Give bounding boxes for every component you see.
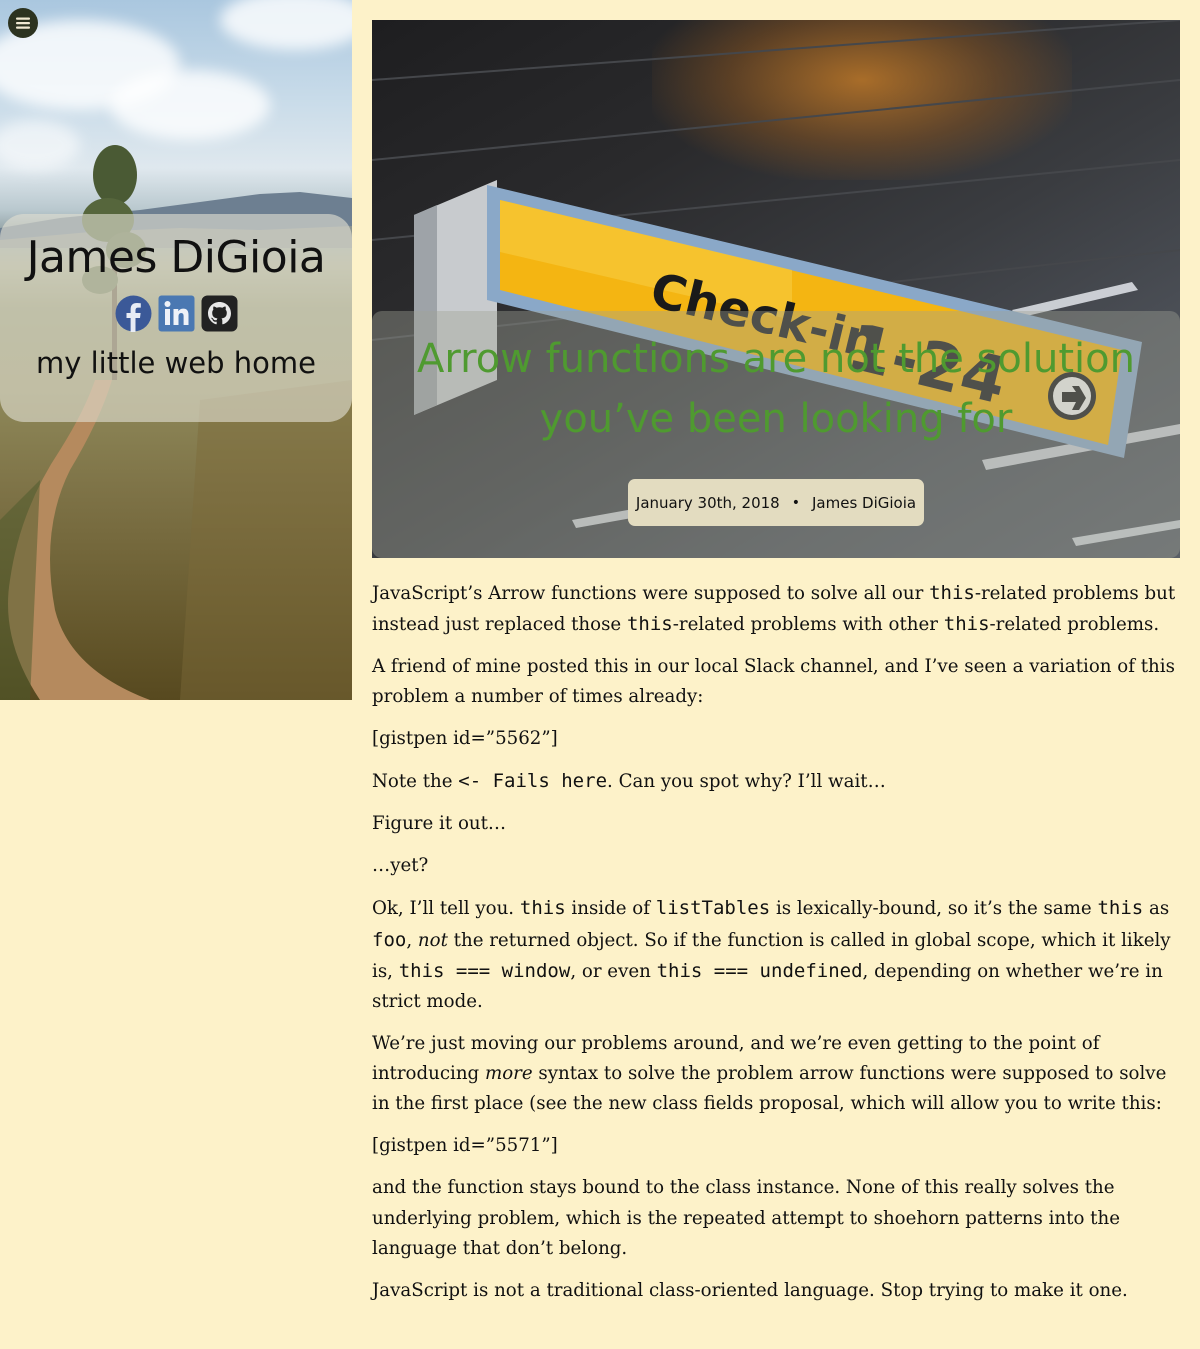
paragraph: Note the <- Fails here. Can you spot why… [372, 770, 886, 793]
site-owner-name[interactable]: James DiGioia [0, 232, 352, 283]
post-author[interactable]: James DiGioia [812, 494, 916, 512]
menu-button[interactable] [8, 8, 38, 38]
paragraph: and the function stays bound to the clas… [372, 1177, 1120, 1259]
paragraph: Figure it out… [372, 813, 507, 835]
emphasis: more [484, 1063, 533, 1085]
paragraph: We’re just moving our problems around, a… [372, 1033, 1167, 1115]
hamburger-icon [16, 17, 30, 29]
inline-code: <- Fails here [458, 770, 608, 793]
inline-code: this [626, 613, 673, 636]
cloud [220, 0, 352, 50]
inline-code: this === window [398, 959, 571, 982]
post-content: JavaScript’s Arrow functions were suppos… [372, 578, 1182, 1318]
github-link[interactable] [201, 295, 238, 332]
inline-code: this [929, 582, 975, 604]
inline-code: listTables [655, 897, 771, 920]
github-icon [201, 295, 237, 332]
social-links [0, 295, 352, 332]
inline-code: this [519, 897, 566, 920]
inline-code: this === undefined [656, 959, 863, 982]
linkedin-link[interactable] [158, 295, 195, 332]
paragraph: Ok, I’ll tell you. this inside of listTa… [372, 897, 1171, 1013]
profile-card: James DiGioia my little web home [0, 214, 352, 422]
inline-code: foo [372, 928, 407, 951]
paragraph: JavaScript is not a traditional class-or… [372, 1279, 1128, 1301]
post-title: Arrow functions are not the solution you… [417, 336, 1135, 442]
gistpen-shortcode: [gistpen id=”5571”] [372, 1135, 558, 1157]
emphasis: not [417, 929, 448, 951]
paragraph: …yet? [372, 855, 429, 877]
site-tagline: my little web home [35, 346, 316, 380]
inline-code: this [1097, 897, 1144, 920]
post-title-overlay: Arrow functions are not the solution you… [372, 311, 1180, 558]
paragraph: A friend of mine posted this in our loca… [372, 656, 1175, 708]
post-hero: Check-in 1-24 Arrow functions are not th… [372, 20, 1180, 558]
facebook-icon [115, 295, 151, 332]
gistpen-shortcode: [gistpen id=”5562”] [372, 728, 558, 750]
post-date: January 30th, 2018 [635, 493, 780, 512]
linkedin-icon [158, 295, 194, 332]
facebook-link[interactable] [115, 295, 152, 332]
paragraph: JavaScript’s Arrow functions were suppos… [372, 582, 1176, 636]
dirt-path [0, 380, 352, 700]
inline-code: this [943, 613, 990, 636]
cloud [0, 120, 80, 170]
post-meta: January 30th, 2018 • James DiGioia [628, 479, 924, 526]
sidebar: James DiGioia my little web home [0, 0, 352, 700]
cloud [110, 70, 270, 140]
meta-separator: • [791, 494, 800, 511]
